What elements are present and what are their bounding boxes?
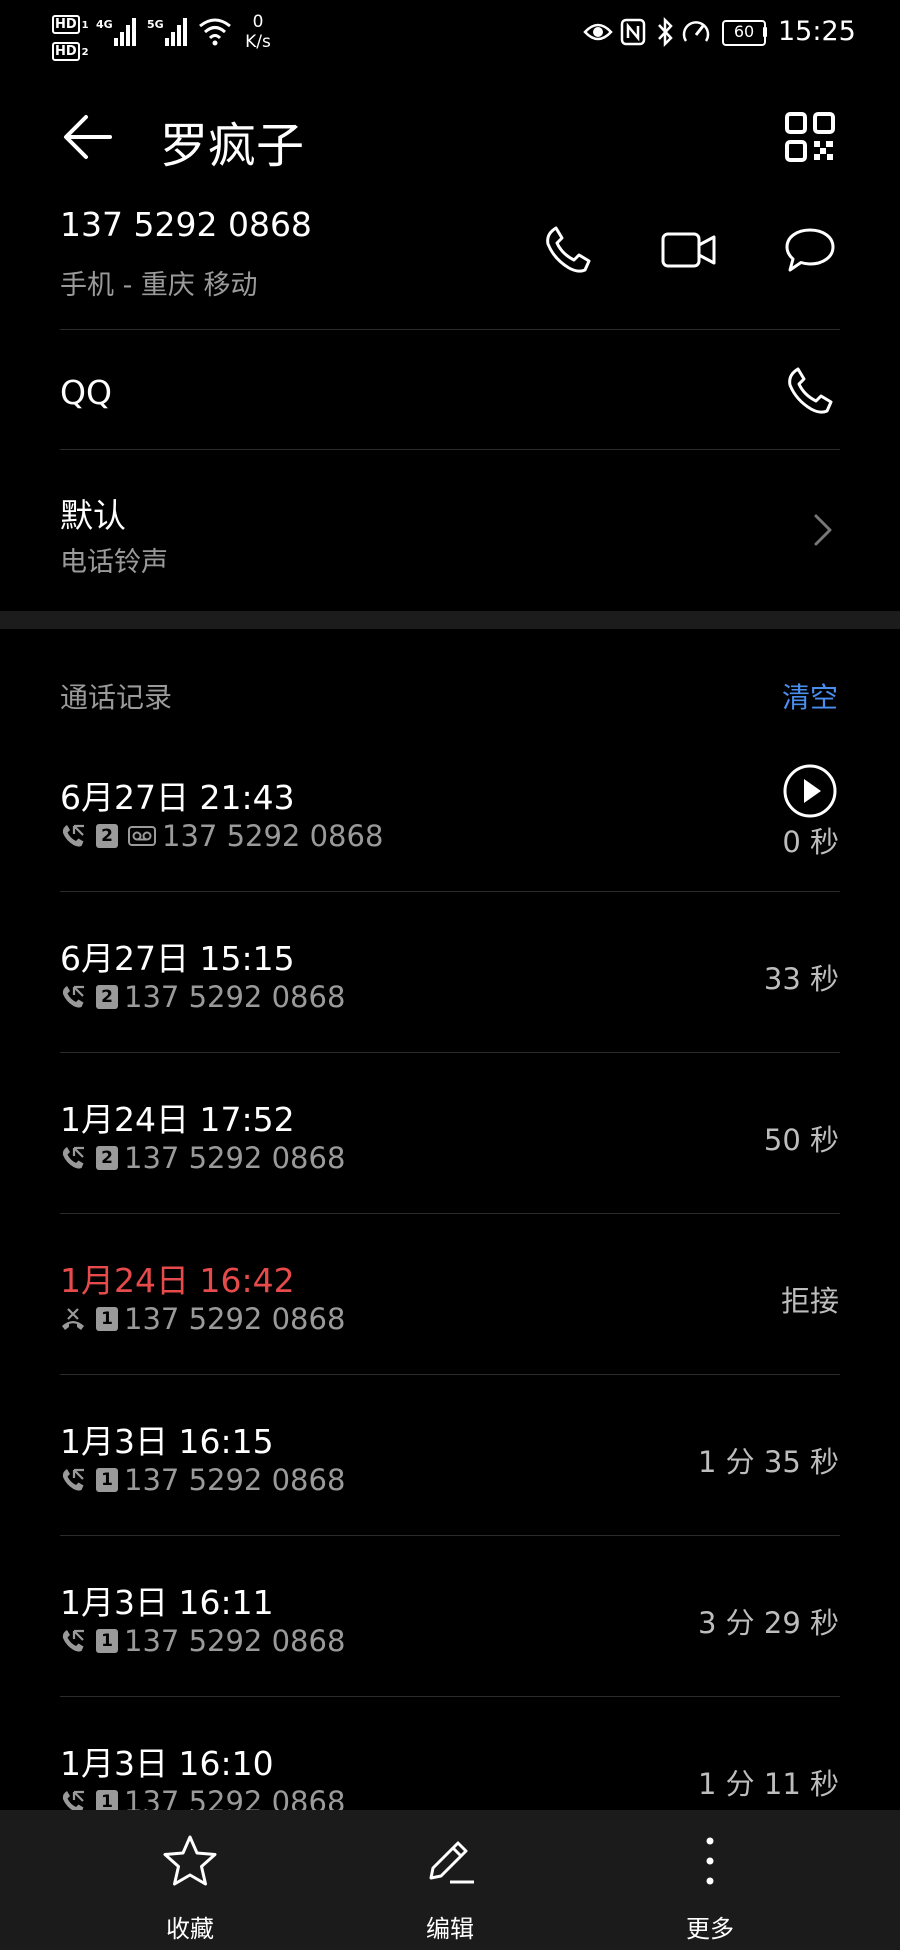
wifi-icon — [198, 16, 232, 50]
call-number: 137 5292 0868 — [124, 980, 346, 1014]
bluetooth-icon — [656, 16, 674, 51]
star-icon — [162, 1834, 218, 1888]
call-phone-icon[interactable] — [542, 224, 594, 276]
divider — [60, 891, 840, 892]
section-separator — [0, 611, 900, 629]
divider — [60, 1696, 840, 1697]
divider — [60, 329, 840, 330]
call-meta: 2 137 5292 0868 — [60, 1141, 346, 1175]
rejected-call-icon — [60, 1306, 86, 1332]
call-duration: 0 秒 — [782, 825, 839, 859]
sim-card-badge: 2 — [96, 985, 118, 1009]
call-number: 137 5292 0868 — [124, 1302, 346, 1336]
incoming-call-icon — [60, 823, 86, 849]
call-log-item[interactable]: 6月27日 15:15 2 137 5292 0868 33 秒 — [0, 894, 900, 1055]
qq-label[interactable]: QQ — [60, 373, 112, 412]
more-button[interactable]: 更多 — [630, 1810, 790, 1950]
divider — [60, 1535, 840, 1536]
edit-label: 编辑 — [426, 1915, 474, 1943]
call-date: 1月3日 16:15 — [60, 1422, 274, 1461]
call-number: 137 5292 0868 — [162, 819, 384, 853]
ringtone-value: 默认 — [60, 496, 126, 535]
sim-card-badge: 1 — [96, 1468, 118, 1492]
call-duration: 1 分 11 秒 — [697, 1767, 839, 1801]
nfc-icon — [620, 18, 646, 50]
sim-card-badge: 2 — [96, 1146, 118, 1170]
qq-call-icon[interactable] — [784, 365, 836, 417]
call-date: 1月3日 16:11 — [60, 1583, 274, 1622]
ringtone-label: 电话铃声 — [60, 547, 168, 578]
ringtone-row[interactable]: 默认 电话铃声 — [0, 450, 900, 610]
call-number: 137 5292 0868 — [124, 1463, 346, 1497]
play-voicemail-icon[interactable] — [782, 763, 838, 819]
call-duration: 1 分 35 秒 — [697, 1445, 839, 1479]
hd-badge-1: HD 1 — [52, 13, 89, 34]
call-log-item[interactable]: 6月27日 21:43 2 137 5292 0868 0 秒 — [0, 733, 900, 894]
divider — [60, 1374, 840, 1375]
call-log-item[interactable]: 1月24日 16:42 1 137 5292 0868 拒接 — [0, 1216, 900, 1377]
call-log-item[interactable]: 1月24日 17:52 2 137 5292 0868 50 秒 — [0, 1055, 900, 1216]
favorite-label: 收藏 — [166, 1915, 214, 1943]
call-date: 1月24日 17:52 — [60, 1100, 295, 1139]
page-title: 罗疯子 — [160, 118, 305, 174]
incoming-call-icon — [60, 1628, 86, 1654]
divider — [60, 1213, 840, 1214]
chevron-right-icon — [812, 512, 834, 548]
call-meta: 2 137 5292 0868 — [60, 980, 346, 1014]
favorite-button[interactable]: 收藏 — [110, 1810, 270, 1950]
call-number: 137 5292 0868 — [124, 1141, 346, 1175]
clear-call-log-button[interactable]: 清空 — [782, 676, 838, 716]
call-date: 1月24日 16:42 — [60, 1261, 295, 1300]
signal-1-icon: 4G — [96, 16, 140, 52]
clock: 15:25 — [778, 16, 856, 47]
voicemail-icon — [128, 826, 156, 846]
call-meta: 2 137 5292 0868 — [60, 819, 384, 853]
back-arrow-icon[interactable] — [62, 111, 114, 163]
call-date: 6月27日 21:43 — [60, 778, 295, 817]
call-log-title: 通话记录 — [60, 681, 173, 714]
call-log-item[interactable]: 1月3日 16:11 1 137 5292 0868 3 分 29 秒 — [0, 1538, 900, 1699]
call-duration: 33 秒 — [763, 962, 839, 996]
call-log-item[interactable]: 1月3日 16:15 1 137 5292 0868 1 分 35 秒 — [0, 1377, 900, 1538]
hd-badge-2: HD 2 — [52, 40, 89, 61]
bottom-action-bar: 收藏 编辑 更多 — [0, 1810, 900, 1950]
call-meta: 1 137 5292 0868 — [60, 1463, 346, 1497]
sim-card-badge: 1 — [96, 1629, 118, 1653]
incoming-call-icon — [60, 984, 86, 1010]
call-duration: 拒接 — [780, 1284, 839, 1318]
call-duration: 3 分 29 秒 — [697, 1606, 839, 1640]
network-speed: 0 K/s — [245, 12, 271, 52]
call-date: 6月27日 15:15 — [60, 939, 295, 978]
incoming-call-icon — [60, 1467, 86, 1493]
pencil-icon — [422, 1834, 478, 1888]
more-label: 更多 — [686, 1915, 734, 1943]
message-icon[interactable] — [784, 226, 836, 274]
eye-comfort-icon — [583, 20, 613, 48]
call-duration: 50 秒 — [763, 1123, 839, 1157]
contact-phone-number[interactable]: 137 5292 0868 — [60, 205, 312, 244]
status-bar: HD 1 HD 2 4G 5G 0 K/s 60 15:25 — [0, 0, 900, 70]
call-meta: 1 137 5292 0868 — [60, 1302, 346, 1336]
sim-card-badge: 2 — [96, 824, 118, 848]
call-number: 137 5292 0868 — [124, 1624, 346, 1658]
incoming-call-icon — [60, 1145, 86, 1171]
video-call-icon[interactable] — [660, 230, 718, 270]
divider — [60, 1052, 840, 1053]
qr-code-icon[interactable] — [784, 111, 836, 163]
signal-2-icon: 5G — [147, 16, 191, 52]
sim-card-badge: 1 — [96, 1307, 118, 1331]
data-saver-icon — [680, 17, 712, 51]
edit-button[interactable]: 编辑 — [370, 1810, 530, 1950]
call-date: 1月3日 16:10 — [60, 1744, 274, 1783]
battery-icon: 60 — [722, 20, 770, 46]
call-meta: 1 137 5292 0868 — [60, 1624, 346, 1658]
contact-phone-type: 手机 - 重庆 移动 — [60, 270, 258, 301]
more-vertical-icon — [700, 1834, 720, 1888]
